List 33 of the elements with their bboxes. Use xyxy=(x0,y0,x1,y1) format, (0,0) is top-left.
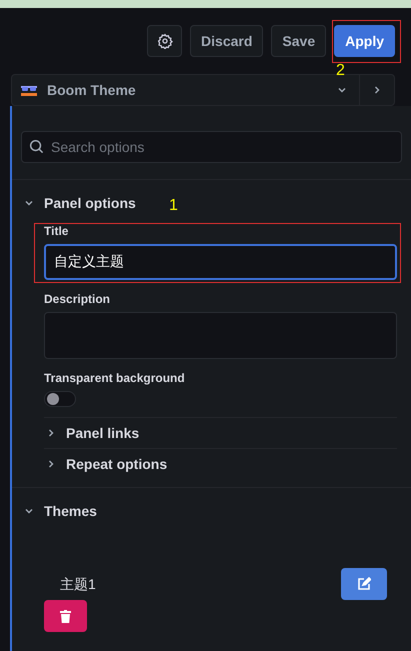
edit-icon xyxy=(357,577,371,591)
settings-button[interactable] xyxy=(147,25,182,57)
section-title: Panel options xyxy=(44,194,136,213)
visualization-picker[interactable]: Boom Theme xyxy=(11,74,395,106)
sunglasses-icon xyxy=(21,84,37,96)
visualization-name: Boom Theme xyxy=(47,80,136,100)
section-header[interactable]: Panel options xyxy=(12,184,136,222)
section-header[interactable]: Themes xyxy=(12,492,97,530)
section-header[interactable]: Repeat options xyxy=(46,449,168,479)
annotation-number: 1 xyxy=(169,198,178,214)
secondary-button[interactable]: Save xyxy=(271,25,326,57)
section-title: Themes xyxy=(44,502,97,520)
field-label: Transparent background xyxy=(44,370,186,387)
settings-icon xyxy=(156,33,173,49)
field-label: Description xyxy=(44,291,112,308)
section-title: Repeat options xyxy=(66,454,168,474)
title-input-field[interactable]: 自定义主题 xyxy=(44,244,397,280)
chevron-down-icon xyxy=(337,85,347,95)
field-label: Title xyxy=(44,223,70,240)
theme-name: 主题1 xyxy=(60,574,96,594)
primary-button[interactable]: Apply xyxy=(334,25,395,57)
delete-button[interactable] xyxy=(44,600,87,632)
search-icon xyxy=(29,139,44,154)
secondary-button[interactable]: Discard xyxy=(190,25,264,57)
description-input-field[interactable] xyxy=(44,312,397,359)
search-field[interactable]: Search options xyxy=(21,131,402,163)
trash-icon xyxy=(60,610,71,622)
toggle-switch[interactable] xyxy=(44,391,76,407)
section-header[interactable]: Panel links xyxy=(46,418,140,448)
annotation-frame xyxy=(332,20,401,63)
section-title: Panel links xyxy=(66,424,140,442)
edit-button[interactable] xyxy=(341,568,387,600)
chevron-right-icon xyxy=(372,85,382,95)
